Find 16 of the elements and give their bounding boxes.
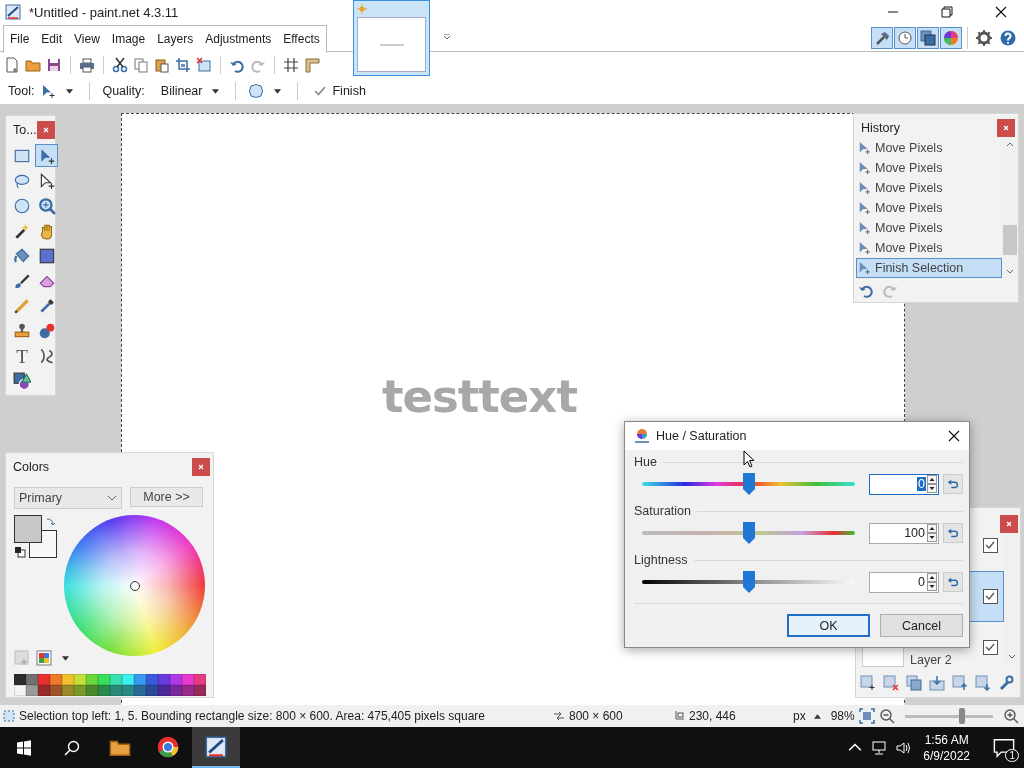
notification-count: 1: [1005, 748, 1019, 762]
panel-title: Colors: [13, 459, 50, 474]
cursor-position: 230, 446: [689, 709, 737, 723]
slider-label: Saturation: [634, 504, 691, 518]
quality-label: Quality:: [102, 84, 145, 98]
panel-title: History: [861, 120, 900, 135]
layer-name: Layer 2: [910, 653, 952, 667]
tool-label: Tool:: [8, 84, 35, 98]
canvas-text: testtext: [382, 370, 577, 423]
panel-title: To...: [13, 122, 37, 137]
selection-info: Selection top left: 1, 5. Bounding rectangle size: 800 × 600. Area: 475,405 pixels square: [19, 709, 486, 723]
image-size: 800 × 600: [569, 709, 624, 723]
slider-label: Lightness: [634, 553, 688, 567]
dialog-title: Hue / Saturation: [656, 429, 747, 443]
window-title: *Untitled - paint.net 4.3.11: [29, 4, 179, 20]
slider-label: Hue: [634, 455, 657, 469]
